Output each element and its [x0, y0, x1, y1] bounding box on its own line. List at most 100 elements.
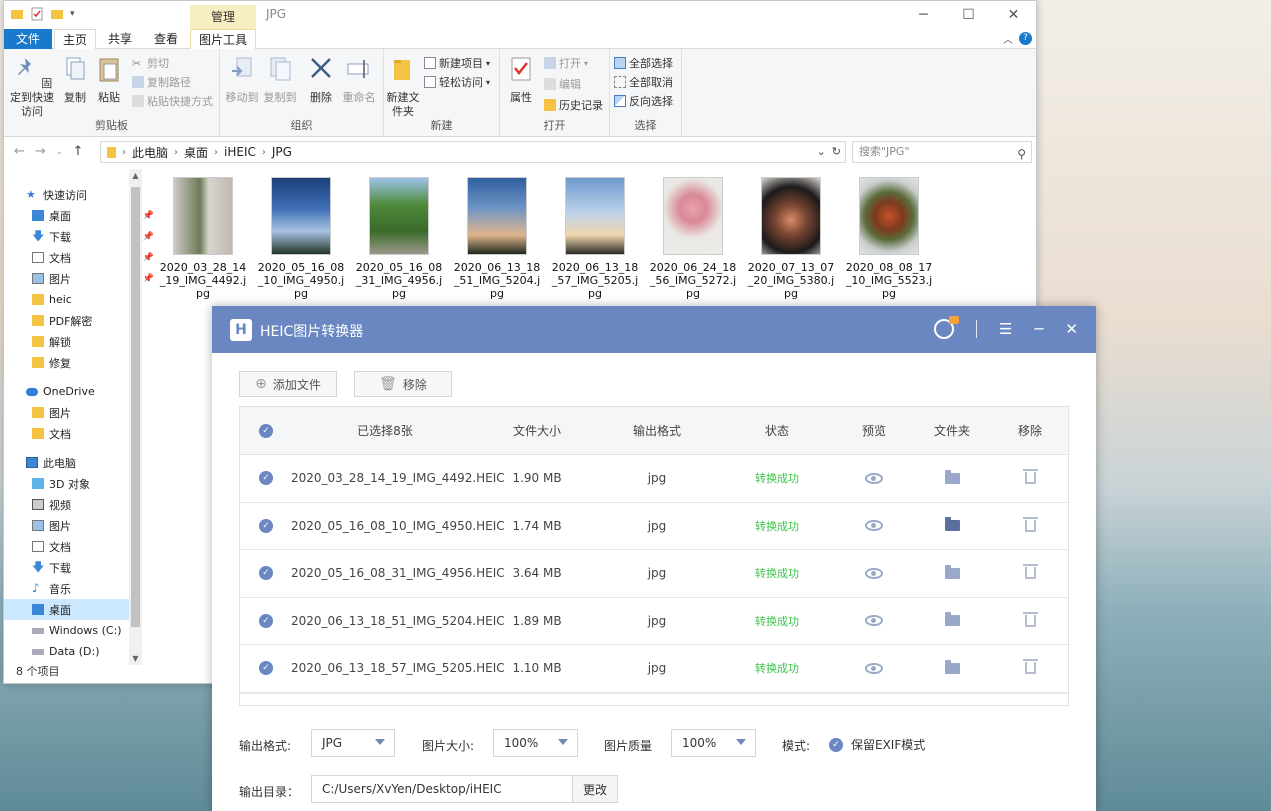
maximize-button[interactable]: ☐ [946, 1, 991, 29]
row-checkbox[interactable]: ✓ [258, 598, 274, 645]
file-item[interactable]: 2020_03_28_14_19_IMG_4492.jpg [159, 177, 247, 300]
history-button[interactable]: 历史记录 [544, 97, 603, 113]
scroll-down-icon[interactable]: ▼ [129, 654, 142, 663]
properties-check-icon[interactable] [30, 7, 44, 21]
remove-row-button[interactable] [1004, 455, 1056, 502]
minimize-button[interactable]: ─ [901, 1, 946, 29]
preview-button[interactable] [848, 645, 900, 692]
edit-button[interactable]: 编辑 [544, 76, 581, 92]
nav-item-pc-desktop[interactable]: 桌面 [4, 599, 129, 620]
image-quality-select[interactable]: 100% [671, 729, 756, 757]
open-folder-button[interactable] [926, 550, 978, 597]
breadcrumb-iheic[interactable]: iHEIC [224, 145, 256, 159]
minimize-icon[interactable]: ─ [1034, 320, 1043, 338]
open-folder-button[interactable] [926, 455, 978, 502]
check-icon: ✓ [259, 613, 273, 628]
select-none-button[interactable]: 全部取消 [614, 74, 673, 90]
change-dir-button[interactable]: 更改 [572, 775, 618, 803]
recent-dropdown-icon[interactable]: ⌄ [56, 144, 63, 160]
file-item[interactable]: 2020_06_13_18_57_IMG_5205.jpg [551, 177, 639, 300]
row-checkbox[interactable]: ✓ [258, 455, 274, 502]
menu-icon[interactable]: ☰ [999, 320, 1012, 338]
tab-file[interactable]: 文件 [4, 29, 52, 49]
easy-access-button[interactable]: 轻松访问 ▾ [424, 74, 490, 90]
add-file-button[interactable]: ⊕ 添加文件 [239, 371, 337, 397]
search-box[interactable]: 搜索"JPG" ⚲ [852, 141, 1032, 163]
tab-home[interactable]: 主页 [54, 29, 96, 50]
tab-view[interactable]: 查看 [148, 29, 184, 49]
row-checkbox[interactable]: ✓ [258, 645, 274, 692]
address-dropdown-icon[interactable]: ⌄ [817, 145, 826, 158]
qat-dropdown-icon[interactable]: ▾ [70, 9, 75, 19]
delete-button[interactable]: 删除 [306, 55, 336, 105]
file-item[interactable]: 2020_05_16_08_10_IMG_4950.jpg [257, 177, 345, 300]
copy-path-button[interactable]: 复制路径 [132, 74, 191, 90]
forward-arrow-icon[interactable]: → [35, 144, 46, 160]
paste-button[interactable]: 粘贴 [94, 55, 124, 105]
image-size-value: 100% [504, 736, 539, 750]
new-folder-icon[interactable] [50, 7, 64, 21]
preview-button[interactable] [848, 503, 900, 550]
new-folder-button[interactable]: 新建文件夹 [386, 55, 420, 119]
open-folder-button[interactable] [926, 503, 978, 550]
remove-row-button[interactable] [1004, 503, 1056, 550]
remove-button[interactable]: 🗑 移除 [354, 371, 452, 397]
scrollbar-thumb[interactable] [131, 187, 140, 627]
scroll-up-icon[interactable]: ▲ [129, 171, 142, 180]
close-button[interactable]: ✕ [991, 1, 1036, 29]
exif-mode-option[interactable]: ✓ 保留EXIF模式 [829, 736, 925, 753]
open-folder-button[interactable] [926, 598, 978, 645]
copy-to-button[interactable]: 复制到 [262, 55, 298, 105]
new-item-button[interactable]: 新建项目 ▾ [424, 55, 490, 71]
output-format-select[interactable]: JPG [311, 729, 395, 757]
preview-button[interactable] [848, 598, 900, 645]
remove-row-button[interactable] [1004, 598, 1056, 645]
table-row: ✓ 2020_03_28_14_19_IMG_4492.HEIC 1.90 MB… [240, 455, 1068, 503]
close-icon[interactable]: ✕ [1065, 320, 1078, 338]
manage-tab[interactable]: 管理 [190, 5, 256, 29]
remove-row-button[interactable] [1004, 550, 1056, 597]
select-all-button[interactable]: 全部选择 [614, 55, 673, 71]
breadcrumb-desktop[interactable]: 桌面 [184, 144, 208, 161]
tab-picture-tools[interactable]: 图片工具 [190, 29, 256, 49]
trash-icon [1022, 659, 1038, 675]
back-arrow-icon[interactable]: ← [14, 144, 25, 160]
remove-row-button[interactable] [1004, 645, 1056, 692]
help-icon[interactable]: ? [1019, 32, 1032, 45]
open-folder-button[interactable] [926, 645, 978, 692]
breadcrumb-jpg[interactable]: JPG [272, 145, 292, 159]
row-checkbox[interactable]: ✓ [258, 550, 274, 597]
image-quality-value: 100% [682, 736, 717, 750]
collapse-ribbon-icon[interactable]: ︿ [1003, 31, 1013, 46]
file-item[interactable]: 2020_07_13_07_20_IMG_5380.jpg [747, 177, 835, 300]
invert-selection-button[interactable]: 反向选择 [614, 93, 673, 109]
file-item[interactable]: 2020_06_24_18_56_IMG_5272.jpg [649, 177, 737, 300]
rename-button[interactable]: 重命名 [340, 55, 378, 105]
table-scrollbar[interactable] [240, 693, 1068, 705]
select-all-checkbox[interactable]: ✓ [258, 407, 274, 454]
copy-button[interactable]: 复制 [60, 55, 90, 105]
address-bar[interactable]: › 此电脑 › 桌面 › iHEIC › JPG ⌄ ↻ [100, 141, 846, 163]
paste-shortcut-button[interactable]: 粘贴快捷方式 [132, 93, 213, 109]
search-icon[interactable]: ⚲ [1017, 144, 1026, 164]
file-item[interactable]: 2020_05_16_08_31_IMG_4956.jpg [355, 177, 443, 300]
cut-button[interactable]: ✂ 剪切 [132, 55, 169, 71]
up-arrow-icon[interactable]: ↑ [73, 144, 84, 160]
image-size-select[interactable]: 100% [493, 729, 578, 757]
properties-button[interactable]: 属性 [506, 55, 536, 105]
breadcrumb-this-pc[interactable]: 此电脑 [132, 144, 168, 161]
file-item[interactable]: 2020_06_13_18_51_IMG_5204.jpg [453, 177, 541, 300]
tab-share[interactable]: 共享 [102, 29, 138, 49]
pin-quick-access-button[interactable]: 固定到快速访问 [8, 55, 56, 119]
refresh-icon[interactable]: ↻ [832, 145, 841, 158]
open-button[interactable]: 打开 ▾ [544, 55, 588, 71]
user-account-icon[interactable] [933, 316, 959, 339]
preview-button[interactable] [848, 455, 900, 502]
nav-label: 快速访问 [43, 188, 87, 202]
file-item[interactable]: 2020_08_08_17_10_IMG_5523.jpg [845, 177, 933, 300]
nav-scrollbar[interactable]: ▲ ▼ [129, 169, 142, 665]
row-checkbox[interactable]: ✓ [258, 503, 274, 550]
output-dir-input[interactable]: C:/Users/XvYen/Desktop/iHEIC [311, 775, 573, 803]
preview-button[interactable] [848, 550, 900, 597]
move-to-button[interactable]: 移动到 [224, 55, 260, 105]
